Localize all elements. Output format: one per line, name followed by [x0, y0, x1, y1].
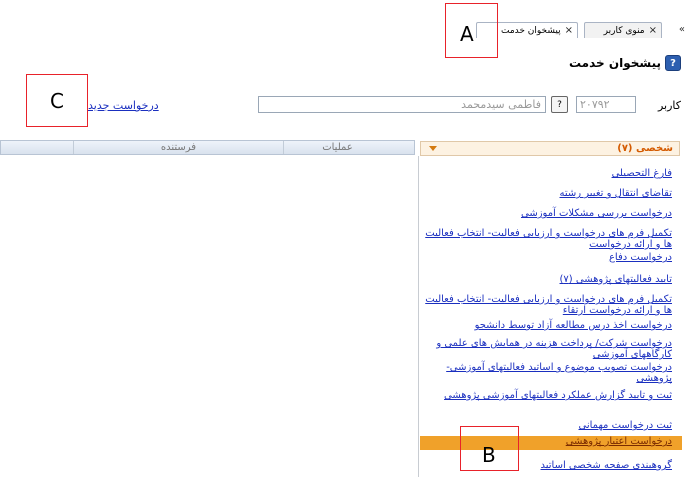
service-item[interactable]: درخواست شرکت/ پرداخت هزینه در همایش های …	[422, 338, 672, 360]
service-item[interactable]: تایید فعالیتهای پژوهشی (۷)	[422, 274, 672, 285]
close-icon[interactable]: ×	[649, 25, 657, 36]
caret-down-icon[interactable]	[429, 146, 437, 151]
page-header: ? پیشخوان خدمت	[569, 55, 681, 71]
service-item[interactable]: تکمیل فرم های درخواست و ارزیابی فعالیت- …	[422, 228, 672, 250]
service-item[interactable]: درخواست بررسی مشکلات آموزشی	[422, 208, 672, 219]
tab-user-menu[interactable]: × منوی کاربر	[584, 22, 662, 38]
service-item[interactable]: تکمیل فرم های درخواست و ارزیابی فعالیت- …	[422, 294, 672, 316]
user-label: کاربر	[657, 99, 681, 112]
user-code-field[interactable]: ۲۰۷۹۲	[576, 96, 636, 113]
category-title: شخصی (۷)	[617, 143, 673, 154]
annotation-letter: A	[460, 22, 474, 46]
service-item[interactable]: فارغ التحصیلی	[422, 168, 672, 179]
annotation-letter: B	[482, 443, 496, 467]
collapse-chevron-icon[interactable]: «	[679, 24, 685, 35]
annotation-box-c: C	[26, 74, 88, 127]
tab-strip: × منوی کاربر × پیشخوان خدمت	[472, 22, 691, 38]
user-name-field[interactable]: فاطمی سیدمحمد	[258, 96, 546, 113]
user-lookup-button[interactable]: ?	[551, 96, 568, 113]
new-request-link[interactable]: درخواست جدید	[88, 99, 159, 112]
annotation-letter: C	[50, 89, 64, 113]
column-actions[interactable]: عملیات	[283, 141, 391, 154]
page-title: پیشخوان خدمت	[568, 56, 661, 70]
tab-label: منوی کاربر	[603, 25, 645, 36]
grid-header: فرستنده عملیات	[0, 140, 415, 155]
annotation-box-b: B	[460, 426, 519, 471]
service-item[interactable]: درخواست دفاع	[422, 252, 672, 263]
service-item[interactable]: درخواست اخذ درس مطالعه آزاد توسط دانشجو	[422, 320, 672, 331]
category-panel: فارغ التحصیلی تقاضای انتقال و تغییر رشته…	[418, 156, 682, 477]
column-sender[interactable]: فرستنده	[73, 141, 283, 154]
tab-label: پیشخوان خدمت	[500, 25, 561, 36]
category-panel-header[interactable]: شخصی (۷)	[420, 141, 680, 156]
user-row: کاربر ۲۰۷۹۲ ? فاطمی سیدمحمد درخواست جدید	[0, 96, 691, 116]
close-icon[interactable]: ×	[565, 25, 573, 36]
service-item[interactable]: تقاضای انتقال و تغییر رشته	[422, 188, 673, 199]
service-item[interactable]: درخواست تصویب موضوع و اساتید فعالیتهای آ…	[422, 362, 672, 384]
help-icon[interactable]: ?	[665, 55, 681, 71]
service-item[interactable]: ثبت و تایید گزارش عملکرد فعالیتهای آموزش…	[422, 390, 672, 401]
annotation-box-a: A	[445, 3, 498, 58]
